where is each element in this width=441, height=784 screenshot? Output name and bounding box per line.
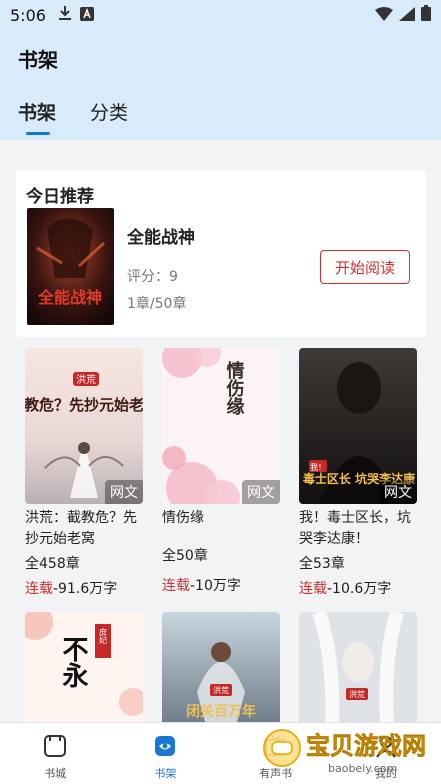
tab-bookshelf[interactable]: 书架 xyxy=(18,98,56,138)
bookshelf-icon xyxy=(152,733,178,759)
download-icon xyxy=(58,5,72,25)
nav-bookstore[interactable]: 书城 xyxy=(0,723,110,784)
cover-badge: 洪荒 xyxy=(213,685,229,695)
nav-audiobook[interactable]: 有声书 xyxy=(221,723,331,784)
cover-badge: 庶妃 xyxy=(99,627,108,645)
book-cover[interactable]: 情伤缘 网文 xyxy=(162,348,280,504)
nav-profile[interactable]: 我的 xyxy=(331,723,441,784)
page-title: 书架 xyxy=(18,48,58,72)
cover-title: 截教危？先抄元始老窝 xyxy=(25,396,143,414)
cover-title: 不永 xyxy=(58,636,88,688)
nav-bookshelf[interactable]: 书架 xyxy=(110,723,220,784)
tab-bar: 书架 分类 xyxy=(18,98,128,138)
app-notification-icon xyxy=(79,6,94,25)
start-reading-button[interactable]: 开始阅读 xyxy=(320,250,410,284)
nav-audiobook-label: 有声书 xyxy=(259,767,293,780)
book-status: 连载-91.6万字 xyxy=(25,578,117,598)
book-status: 连载-10万字 xyxy=(162,575,241,595)
book-chapters: 全53章 xyxy=(299,556,345,572)
word-count: -10.6万字 xyxy=(327,581,392,597)
cover-badge: 我！ xyxy=(310,462,326,472)
profile-icon xyxy=(373,733,399,759)
recommended-book-title[interactable]: 全能战神 xyxy=(127,223,195,248)
book-tag: 网文 xyxy=(242,480,280,504)
book-title[interactable]: 洪荒：截教危？先抄元始老窝 xyxy=(25,508,147,550)
book-chapters: 全50章 xyxy=(162,548,208,564)
tab-category[interactable]: 分类 xyxy=(90,98,128,138)
tab-category-label: 分类 xyxy=(90,102,129,124)
cover-badge: 洪荒 xyxy=(349,689,365,699)
header: 书架 书架 分类 xyxy=(0,30,441,140)
audiobook-icon xyxy=(263,733,289,759)
book-chapters: 全458章 xyxy=(25,556,80,572)
nav-bookstore-label: 书城 xyxy=(44,767,67,780)
word-count: -10万字 xyxy=(190,578,241,594)
recommended-book-chapters: 1章/50章 xyxy=(127,296,187,312)
cover-title: 闭关百万年 xyxy=(186,703,256,720)
bookstore-icon xyxy=(42,733,68,759)
active-tab-indicator xyxy=(26,132,50,135)
serial-status: 连载 xyxy=(299,581,327,597)
serial-status: 连载 xyxy=(25,581,53,597)
cover-badge: 洪荒 xyxy=(76,374,96,386)
nav-bookshelf-label: 书架 xyxy=(154,767,177,780)
status-time: 5:06 xyxy=(10,5,46,25)
recommendation-card: 今日推荐 全能战神 全能战神 评分：9 1章/50章 开始阅读 xyxy=(16,170,426,337)
serial-status: 连载 xyxy=(162,578,190,594)
signal-icon xyxy=(399,6,415,25)
book-tag: 网文 xyxy=(379,480,417,504)
wifi-icon xyxy=(375,6,393,25)
battery-icon xyxy=(421,5,431,25)
recommended-book-cover[interactable]: 全能战神 xyxy=(27,208,114,325)
word-count: -91.6万字 xyxy=(53,581,118,597)
bottom-nav: 书城 书架 有声书 我的 xyxy=(0,722,441,784)
tab-bookshelf-label: 书架 xyxy=(18,102,57,124)
recommendation-heading: 今日推荐 xyxy=(26,187,94,207)
book-title[interactable]: 情伤缘 xyxy=(162,508,284,529)
book-cover[interactable]: 我！ 毒士区长 坑哭李达康 网文 xyxy=(299,348,417,504)
book-title[interactable]: 我！毒士区长，坑哭李达康！ xyxy=(299,508,421,550)
book-status: 连载-10.6万字 xyxy=(299,578,391,598)
recommended-cover-title: 全能战神 xyxy=(37,288,102,307)
recommended-book-score: 评分：9 xyxy=(127,269,178,285)
book-tag: 网文 xyxy=(105,480,143,504)
cover-title: 情伤缘 xyxy=(224,361,246,416)
nav-profile-label: 我的 xyxy=(374,767,397,780)
book-cover[interactable]: 洪荒 截教危？先抄元始老窝 网文 xyxy=(25,348,143,504)
status-bar: 5:06 xyxy=(0,0,441,30)
